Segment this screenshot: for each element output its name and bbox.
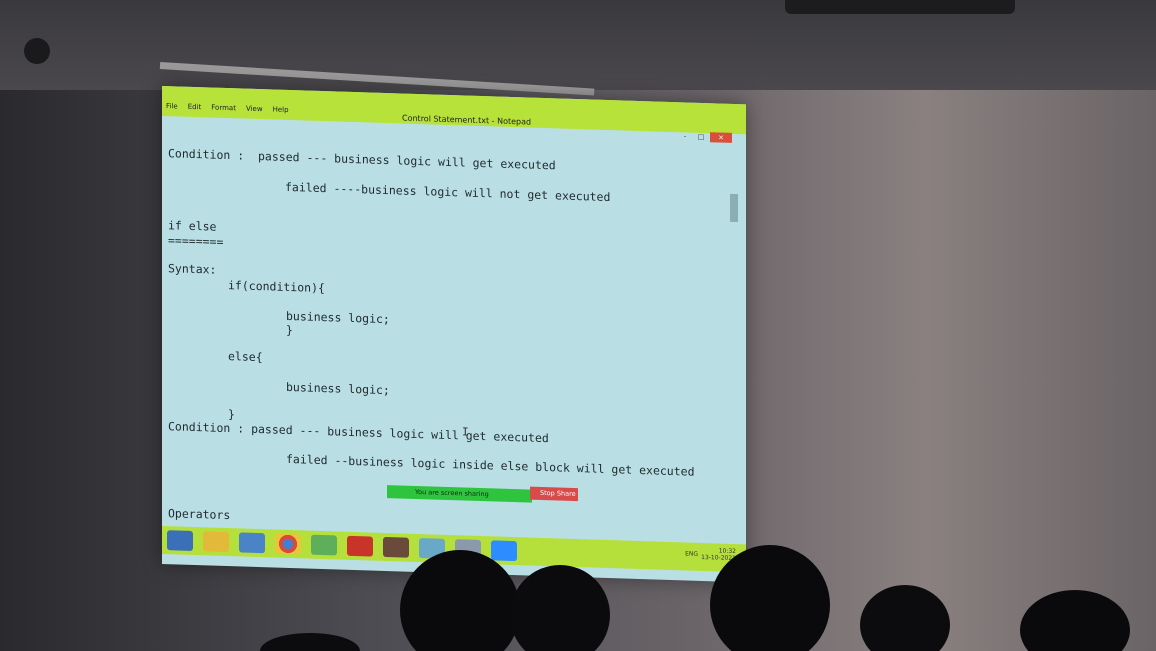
- menu-view[interactable]: View: [246, 105, 263, 114]
- acrobat-icon[interactable]: [347, 535, 373, 557]
- store-icon[interactable]: [239, 532, 265, 554]
- menu-edit[interactable]: Edit: [188, 103, 202, 111]
- window-title: Control Statement.txt - Notepad: [402, 113, 532, 127]
- clock[interactable]: 10:32 13-10-2021: [701, 547, 736, 562]
- scrollbar-thumb[interactable]: [730, 193, 738, 223]
- code-line: ========: [168, 233, 224, 249]
- code-line: else{: [228, 349, 263, 365]
- projected-screen: File Edit Format View Help Control State…: [162, 86, 746, 583]
- notepad-titlebar: File Edit Format View Help Control State…: [162, 86, 746, 135]
- text-editor[interactable]: Condition : passed --- business logic wi…: [162, 128, 732, 541]
- code-line: if(condition){: [228, 278, 325, 296]
- settings-icon[interactable]: [383, 536, 409, 558]
- maximize-button[interactable]: □: [694, 132, 708, 142]
- minimize-button[interactable]: -: [678, 131, 692, 141]
- window-controls: - □ ×: [678, 131, 732, 143]
- stop-share-label: Stop Share: [540, 488, 576, 498]
- code-line: business logic;: [286, 379, 390, 398]
- menu-bar: File Edit Format View Help: [166, 102, 289, 114]
- code-line: }: [286, 322, 293, 338]
- vertical-scrollbar[interactable]: [730, 146, 738, 536]
- code-line: failed ----business logic will not get e…: [285, 179, 611, 205]
- paint-icon[interactable]: [419, 538, 445, 559]
- snipping-icon[interactable]: [455, 539, 481, 561]
- menu-format[interactable]: Format: [211, 104, 236, 113]
- code-line: Syntax:: [168, 261, 217, 277]
- code-line: if else: [168, 218, 217, 234]
- stop-share-button[interactable]: Stop Share: [530, 486, 578, 502]
- code-line: Condition : passed --- business logic wi…: [168, 419, 549, 446]
- code-line: }: [228, 407, 235, 422]
- windows-start-icon[interactable]: [167, 530, 193, 551]
- clock-date: 13-10-2021: [701, 553, 736, 563]
- code-line: Operators: [168, 506, 231, 523]
- screen-sharing-label: You are screen sharing: [415, 487, 489, 499]
- file-explorer-icon[interactable]: [203, 531, 229, 553]
- code-line: Condition : passed --- business logic wi…: [168, 146, 556, 173]
- menu-file[interactable]: File: [166, 102, 178, 110]
- zoom-icon[interactable]: [491, 540, 517, 562]
- wall-camera: [24, 38, 50, 64]
- chrome-icon[interactable]: [275, 533, 301, 555]
- code-line: failed --business logic inside else bloc…: [286, 451, 695, 479]
- close-button[interactable]: ×: [710, 132, 732, 143]
- text-cursor-icon: I: [462, 425, 469, 439]
- code-line: business logic;: [286, 308, 390, 327]
- maps-icon[interactable]: [311, 534, 337, 556]
- language-indicator[interactable]: ENG: [685, 550, 698, 557]
- projector: [785, 0, 1015, 14]
- menu-help[interactable]: Help: [273, 105, 289, 114]
